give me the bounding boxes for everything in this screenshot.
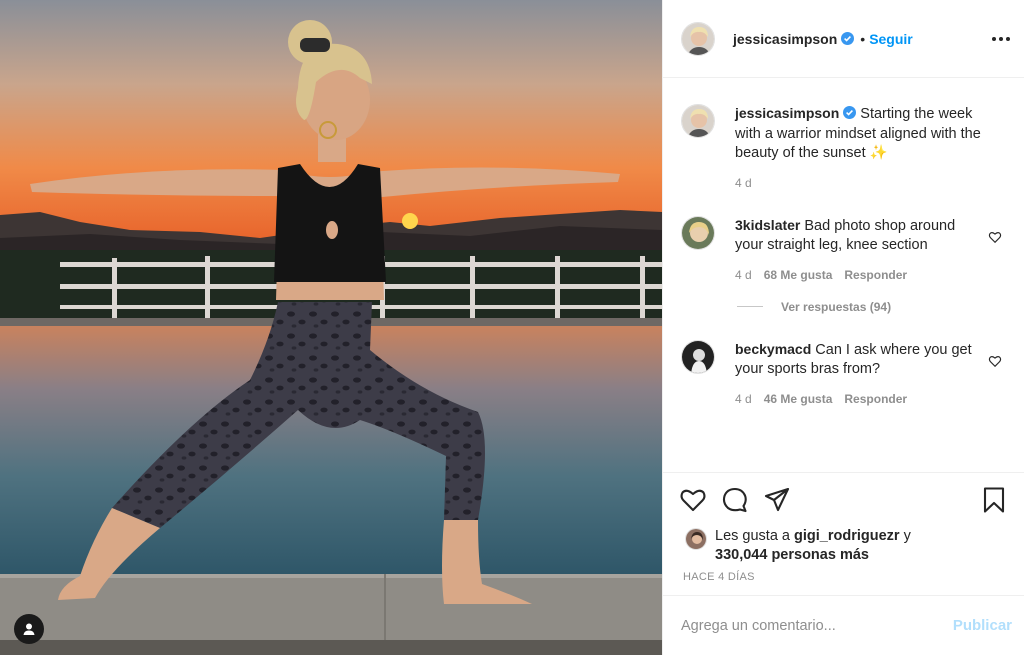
commenter-username[interactable]: 3kidslater: [735, 217, 800, 233]
user-tag-button[interactable]: [14, 614, 44, 644]
paper-plane-icon[interactable]: [763, 486, 791, 514]
reply-button[interactable]: Responder: [844, 268, 907, 282]
likes-summary[interactable]: Les gusta a gigi_rodriguezr y 330,044 pe…: [679, 527, 1008, 565]
author-username[interactable]: jessicasimpson: [733, 31, 837, 47]
post-side-panel: jessicasimpson • Seguir jessicasimpson S…: [662, 0, 1024, 655]
comment-time[interactable]: 4 d: [735, 268, 752, 282]
commenter-avatar[interactable]: [681, 215, 715, 250]
comment-item: beckymacd Can I ask where you get your sp…: [681, 339, 1006, 406]
likes-prefix: Les gusta a: [715, 528, 790, 544]
user-tag-icon: [23, 623, 35, 635]
replies-divider: [737, 306, 763, 307]
commenter-avatar[interactable]: [681, 339, 715, 374]
follow-button[interactable]: Seguir: [869, 31, 913, 47]
post-actions: Les gusta a gigi_rodriguezr y 330,044 pe…: [663, 472, 1024, 592]
view-replies-label: Ver respuestas (94): [781, 299, 892, 314]
post-header: jessicasimpson • Seguir: [663, 0, 1024, 78]
author-avatar[interactable]: [681, 21, 715, 56]
likes-connector: y: [903, 528, 911, 544]
comment-icon[interactable]: [721, 486, 749, 514]
posted-time[interactable]: HACE 4 DÍAS: [683, 571, 1008, 583]
verified-badge-icon: [843, 106, 857, 119]
comment-likes[interactable]: 46 Me gusta: [764, 392, 833, 406]
commenter-username[interactable]: beckymacd: [735, 341, 811, 357]
comment-time[interactable]: 4 d: [735, 392, 752, 406]
reply-button[interactable]: Responder: [844, 392, 907, 406]
comment-likes[interactable]: 68 Me gusta: [764, 268, 833, 282]
comment-like-heart-icon[interactable]: [988, 354, 1002, 368]
comment-item: 3kidslater Bad photo shop around your str…: [681, 215, 1006, 282]
comments-section[interactable]: jessicasimpson Starting the week with a w…: [663, 78, 1024, 472]
view-replies-button[interactable]: Ver respuestas (94): [737, 300, 1006, 314]
header-separator: •: [860, 30, 866, 47]
comment-input[interactable]: [681, 617, 953, 634]
instagram-post-view: jessicasimpson • Seguir jessicasimpson S…: [0, 0, 1024, 655]
author-avatar[interactable]: [681, 104, 715, 138]
caption-time[interactable]: 4 d: [735, 176, 752, 190]
yoga-sunset-photo: [0, 0, 662, 655]
liker-avatar[interactable]: [685, 528, 707, 550]
publish-button[interactable]: Publicar: [953, 617, 1012, 634]
heart-icon[interactable]: [679, 486, 707, 514]
caption: jessicasimpson Starting the week with a w…: [681, 104, 1006, 190]
liker-username[interactable]: gigi_rodriguezr: [794, 528, 900, 544]
more-options-icon[interactable]: [992, 36, 1010, 41]
post-photo[interactable]: [0, 0, 662, 655]
bookmark-icon[interactable]: [980, 486, 1008, 514]
likes-count[interactable]: 330,044 personas más: [715, 547, 869, 563]
comment-like-heart-icon[interactable]: [988, 230, 1002, 244]
caption-username[interactable]: jessicasimpson: [735, 105, 839, 121]
verified-badge-icon: [841, 32, 855, 45]
add-comment-bar: Publicar: [663, 595, 1024, 655]
